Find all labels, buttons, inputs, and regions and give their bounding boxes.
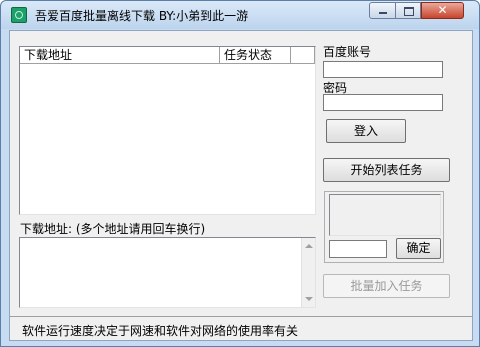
- password-input[interactable]: [323, 94, 443, 111]
- column-download-url[interactable]: 下载地址: [20, 47, 220, 63]
- batch-add-tasks-button[interactable]: 批量加入任务: [323, 274, 450, 298]
- maximize-button[interactable]: [395, 2, 421, 19]
- minimize-button[interactable]: [369, 2, 396, 19]
- start-list-tasks-button[interactable]: 开始列表任务: [323, 158, 450, 182]
- captcha-group: 确定: [324, 191, 444, 263]
- account-input[interactable]: [323, 61, 443, 78]
- app-icon: [11, 7, 27, 23]
- status-text: 软件运行速度决定于网速和软件对网络的使用率有关: [22, 324, 299, 338]
- scroll-down-icon[interactable]: [305, 297, 313, 301]
- column-empty[interactable]: [291, 47, 315, 63]
- login-button[interactable]: 登入: [326, 119, 406, 143]
- captcha-input[interactable]: [329, 240, 387, 258]
- close-icon: ✕: [437, 3, 448, 17]
- scroll-up-icon[interactable]: [305, 244, 313, 248]
- task-list-header: 下载地址 任务状态: [20, 47, 315, 64]
- title-bar[interactable]: 吾爱百度批量离线下载 BY:小弟到此一游 ✕: [1, 1, 479, 29]
- download-address-textarea[interactable]: [19, 237, 316, 308]
- account-label: 百度账号: [323, 45, 372, 59]
- download-address-label: 下载地址: (多个地址请用回车换行): [20, 222, 206, 236]
- task-list[interactable]: 下载地址 任务状态: [19, 46, 316, 215]
- close-button[interactable]: ✕: [421, 2, 464, 19]
- column-task-status[interactable]: 任务状态: [220, 47, 291, 63]
- confirm-button[interactable]: 确定: [396, 238, 441, 259]
- status-bar: 软件运行速度决定于网速和软件对网络的使用率有关: [10, 316, 472, 340]
- app-window: 吾爱百度批量离线下载 BY:小弟到此一游 ✕ 下载地址 任务状态 百度账号 密码…: [0, 0, 480, 347]
- window-title: 吾爱百度批量离线下载 BY:小弟到此一游: [35, 9, 249, 23]
- textarea-scrollbar[interactable]: [301, 238, 315, 307]
- client-area: 下载地址 任务状态 百度账号 密码 登入 开始列表任务 确定 下载地址: (多个…: [9, 30, 473, 341]
- captcha-image: [329, 194, 441, 236]
